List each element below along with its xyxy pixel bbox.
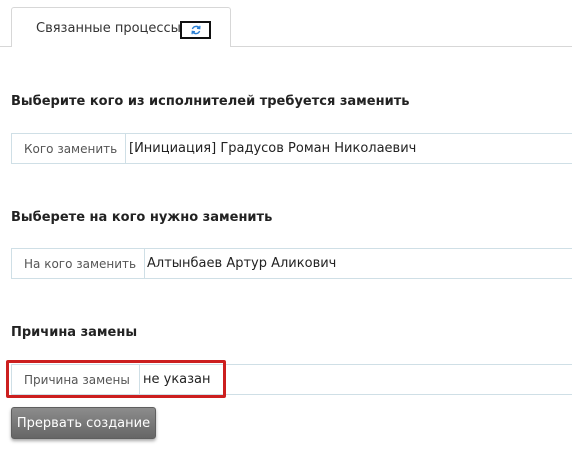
section-heading-reason: Причина замены: [11, 325, 138, 340]
section-heading-replace-with: Выберете на кого нужно заменить: [11, 210, 273, 225]
refresh-icon[interactable]: [180, 21, 211, 39]
field-label-replace-with: На кого заменить: [12, 249, 145, 278]
section-heading-replace-who: Выберите кого из исполнителей требуется …: [11, 94, 410, 109]
field-label-replace-who: Кого заменить: [12, 134, 126, 163]
field-replace-with: На кого заменить Алтынбаев Артур Аликови…: [11, 248, 572, 279]
tab-bar: Связанные процессы: [0, 0, 572, 47]
field-value-replace-with[interactable]: Алтынбаев Артур Аликович: [147, 249, 336, 278]
field-value-replace-who[interactable]: [Инициация] Градусов Роман Николаевич: [129, 134, 416, 163]
tab-related-processes[interactable]: Связанные процессы: [11, 7, 231, 47]
field-label-reason: Причина замены: [12, 365, 140, 394]
tab-label: Связанные процессы: [36, 21, 181, 36]
field-value-reason[interactable]: не указан: [143, 365, 211, 394]
abort-creation-button[interactable]: Прервать создание: [11, 407, 156, 439]
field-replace-who: Кого заменить [Инициация] Градусов Роман…: [11, 133, 572, 164]
replace-executor-page: Связанные процессы Выберите кого из испо…: [0, 0, 572, 463]
field-reason: Причина замены не указан: [11, 364, 572, 395]
